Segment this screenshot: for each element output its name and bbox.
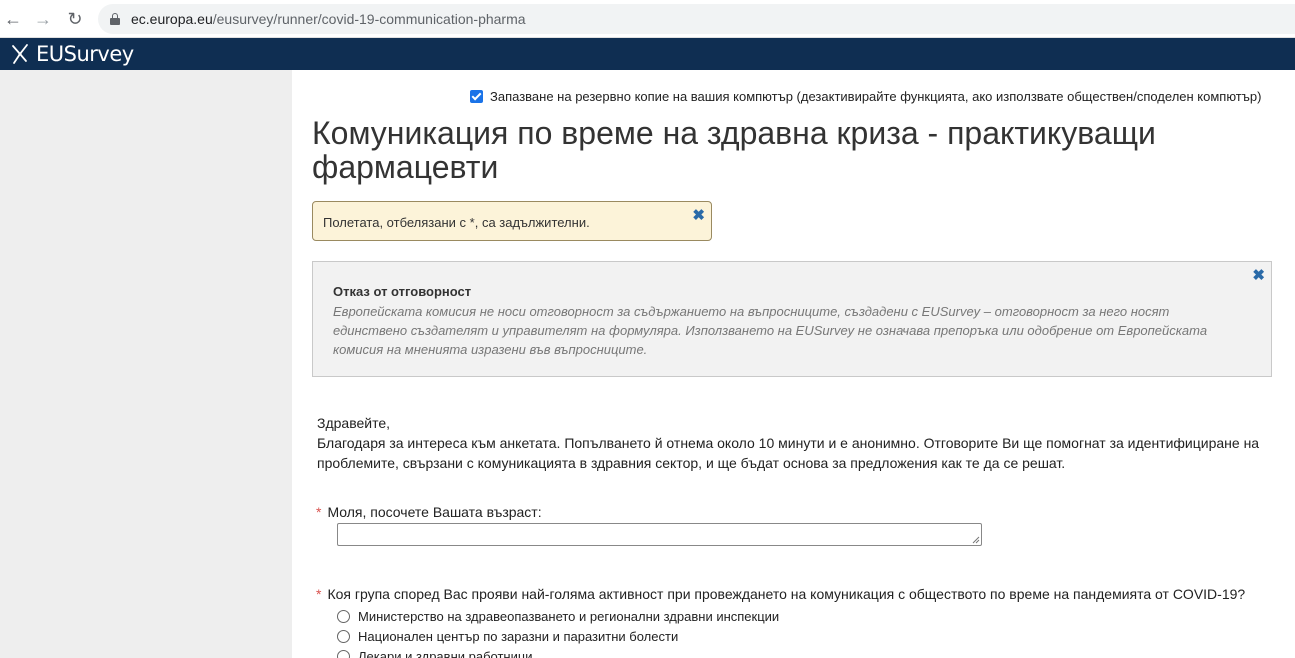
question-age-text: Моля, посочете Вашата възраст: [327,504,542,520]
radio-button[interactable] [337,630,350,643]
option-label: Министерство на здравеопазването и регио… [358,609,780,624]
left-panel [0,70,292,658]
lock-icon [110,13,120,25]
close-icon[interactable]: ✖ [1252,268,1265,283]
forward-arrow-icon[interactable]: → [32,8,54,30]
disclaimer-title: Отказ от отговорност [333,284,472,299]
required-star: * [316,504,322,520]
required-star: * [316,586,322,602]
intro-text: Здравейте, Благодаря за интереса към анк… [317,413,1277,473]
required-note-text: Полетата, отбелязани с *, са задължителн… [323,215,590,230]
eusurvey-logo-icon[interactable] [10,43,30,65]
option-label: Лекари и здравни работници [358,649,533,658]
question-age-label: * Моля, посочете Вашата възраст: [316,504,542,520]
back-arrow-icon[interactable]: ← [2,8,24,30]
required-fields-note: Полетата, отбелязани с *, са задължителн… [312,201,712,241]
option-doctors[interactable]: Лекари и здравни работници [337,649,533,658]
app-header: EUSurvey [0,38,1295,70]
backup-checkbox[interactable] [470,90,483,103]
url-text: ec.europa.eu/eusurvey/runner/covid-19-co… [131,11,526,27]
radio-button[interactable] [337,650,350,658]
backup-label: Запазване на резервно копие на вашия ком… [490,89,1262,104]
intro-paragraph: Благодаря за интереса към анкетата. Попъ… [317,435,1260,471]
question-group-text: Коя група според Вас прояви най-голяма а… [327,586,1246,602]
backup-option[interactable]: Запазване на резервно копие на вашия ком… [470,89,1261,104]
address-bar[interactable]: ec.europa.eu/eusurvey/runner/covid-19-co… [98,4,1295,34]
logo-text[interactable]: EUSurvey [36,42,134,66]
survey-title: Комуникация по време на здравна криза - … [312,115,1156,185]
reload-icon[interactable]: ↻ [64,8,86,30]
intro-greeting: Здравейте, [317,415,391,431]
disclaimer-body: Европейската комисия не носи отговорност… [333,304,1208,357]
close-icon[interactable]: ✖ [692,208,705,223]
browser-toolbar: ← → ↻ ec.europa.eu/eusurvey/runner/covid… [0,0,1295,38]
radio-button[interactable] [337,610,350,623]
age-input[interactable] [337,523,982,546]
disclaimer-box: ✖ Отказ от отговорност Европейската коми… [312,261,1272,377]
url-domain: ec.europa.eu [131,11,213,27]
option-national-center[interactable]: Национален център по заразни и паразитни… [337,629,678,644]
option-label: Национален център по заразни и паразитни… [358,629,679,644]
question-group-label: * Коя група според Вас прояви най-голяма … [316,586,1245,602]
url-path: /eusurvey/runner/covid-19-communication-… [212,11,526,27]
option-ministry[interactable]: Министерство на здравеопазването и регио… [337,609,779,624]
resize-handle-icon[interactable] [972,536,980,544]
